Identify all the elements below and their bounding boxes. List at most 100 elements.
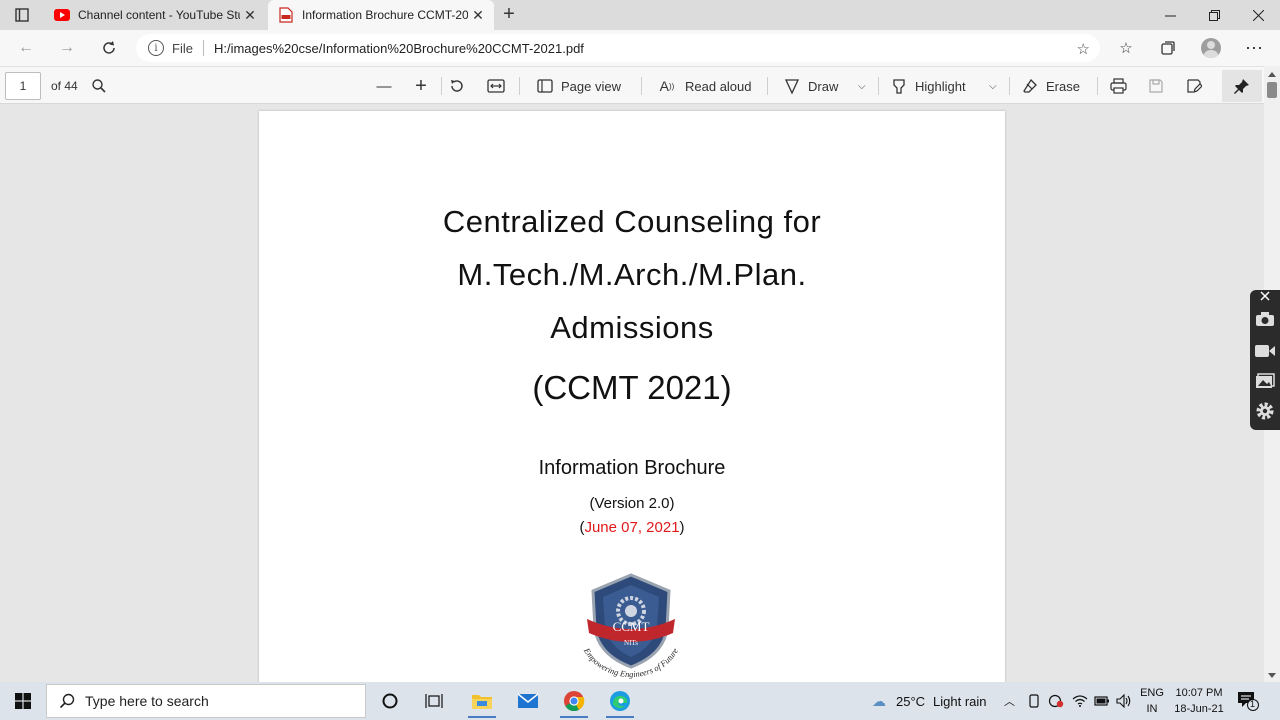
scroll-up-icon[interactable]	[1268, 72, 1276, 77]
wifi-icon[interactable]	[1072, 682, 1088, 720]
add-favorite-icon[interactable]: ☆	[1077, 40, 1090, 58]
refresh-button[interactable]	[95, 35, 123, 61]
profile-button[interactable]	[1197, 36, 1225, 60]
tab-actions-button[interactable]	[8, 5, 36, 25]
phone-link-icon[interactable]	[1028, 682, 1040, 720]
task-view-button[interactable]	[414, 684, 454, 718]
folder-icon	[472, 695, 492, 709]
notification-center-button[interactable]: 1	[1236, 690, 1260, 712]
forward-button[interactable]: →	[53, 35, 81, 61]
pin-icon	[1234, 79, 1249, 94]
file-explorer-button[interactable]	[462, 684, 502, 718]
video-camera-icon[interactable]	[1254, 340, 1276, 362]
exam-code: (CCMT 2021)	[532, 369, 732, 406]
draw-options-button[interactable]: ⌵	[858, 74, 866, 98]
scroll-thumb[interactable]	[1267, 82, 1277, 98]
close-window-button[interactable]	[1236, 0, 1280, 30]
save-as-button[interactable]	[1186, 74, 1202, 98]
save-button[interactable]	[1148, 74, 1164, 98]
weather-widget[interactable]: ☁ 25°C Light rain	[872, 682, 987, 720]
notification-count: 1	[1250, 699, 1256, 709]
scroll-down-icon[interactable]	[1268, 673, 1276, 678]
divider	[641, 77, 642, 95]
volume-icon[interactable]	[1116, 682, 1132, 720]
url-text[interactable]: H:/images%20cse/Information%20Brochure%2…	[214, 41, 584, 56]
save-icon	[1149, 79, 1163, 93]
battery-icon[interactable]	[1094, 682, 1110, 720]
security-icon[interactable]	[1048, 682, 1064, 720]
favorites-button[interactable]: ☆	[1112, 36, 1140, 60]
cortana-button[interactable]	[370, 684, 410, 718]
camera-icon[interactable]	[1254, 308, 1276, 330]
pin-toolbar-button[interactable]	[1222, 70, 1262, 102]
edge-button[interactable]	[600, 684, 640, 718]
more-icon: ⋯	[1245, 37, 1263, 58]
highlight-options-button[interactable]: ⌵	[989, 74, 997, 98]
read-aloud-button[interactable]: A)) Read aloud	[657, 74, 752, 98]
new-tab-button[interactable]: +	[498, 4, 520, 26]
tab-youtube-studio[interactable]: Channel content - YouTube Studio ✕	[44, 0, 266, 30]
restore-button[interactable]	[1192, 0, 1236, 30]
divider	[767, 77, 768, 95]
lang-top: ENG	[1140, 687, 1164, 699]
chrome-button[interactable]	[554, 684, 594, 718]
draw-icon	[784, 79, 800, 94]
search-icon	[59, 693, 75, 709]
print-button[interactable]	[1110, 74, 1127, 98]
task-view-icon	[425, 694, 443, 708]
taskbar: Type here to search ☁ 25°C Light rain ︿ …	[0, 682, 1280, 720]
fit-width-icon	[487, 79, 505, 93]
draw-button[interactable]: Draw	[784, 74, 838, 98]
settings-menu-button[interactable]: ⋯	[1240, 36, 1268, 60]
back-button[interactable]: ←	[12, 35, 40, 61]
cloud-rain-icon: ☁	[872, 692, 886, 709]
tab-title: Channel content - YouTube Studio	[78, 8, 240, 22]
show-hidden-icons-button[interactable]: ︿	[1004, 682, 1015, 720]
logo-text: CCMT	[613, 619, 650, 634]
divider	[519, 77, 520, 95]
zoom-in-button[interactable]: +	[411, 74, 431, 98]
avatar	[1201, 38, 1221, 58]
draw-label: Draw	[808, 78, 839, 94]
erase-button[interactable]: Erase	[1022, 74, 1080, 98]
collections-button[interactable]	[1154, 36, 1182, 60]
address-bar[interactable]: i File H:/images%20cse/Information%20Bro…	[136, 34, 1100, 62]
highlight-label: Highlight	[915, 78, 966, 94]
mail-icon	[517, 693, 539, 708]
mail-button[interactable]	[508, 684, 548, 718]
gallery-icon[interactable]	[1254, 370, 1276, 392]
close-tab-icon[interactable]: ✕	[468, 5, 488, 25]
rotate-button[interactable]	[449, 74, 465, 98]
pdf-viewer: Centralized Counseling for M.Tech./M.Arc…	[0, 104, 1264, 682]
page-view-label: Page view	[561, 78, 621, 94]
find-button[interactable]	[91, 74, 107, 98]
read-aloud-label: Read aloud	[685, 78, 752, 94]
date-paren: )	[679, 519, 685, 536]
taskbar-search[interactable]: Type here to search	[46, 684, 366, 718]
brochure-subtitle: Information Brochure	[538, 457, 726, 479]
address-bar-row: ← → i File H:/images%20cse/Information%2…	[0, 30, 1280, 66]
zoom-out-button[interactable]: —	[374, 74, 394, 98]
page-view-button[interactable]: Page view	[537, 74, 621, 98]
start-button[interactable]	[0, 682, 46, 720]
divider	[1097, 77, 1098, 95]
page-number-input[interactable]: 1	[5, 72, 41, 100]
tab-pdf-brochure[interactable]: Information Brochure CCMT-2021 ✕	[268, 0, 494, 30]
title-line: M.Tech./M.Arch./M.Plan.	[457, 257, 807, 292]
chevron-down-icon: ⌵	[858, 80, 866, 92]
clock-time: 10:07 PM	[1175, 687, 1223, 699]
chrome-icon	[564, 691, 585, 712]
info-icon[interactable]: i	[148, 40, 164, 56]
input-language[interactable]: ENG IN	[1138, 685, 1166, 717]
minimize-button[interactable]	[1148, 0, 1192, 30]
fit-to-width-button[interactable]	[487, 74, 505, 98]
clock[interactable]: 10:07 PM 18-Jun-21	[1166, 685, 1232, 717]
close-panel-icon[interactable]	[1254, 290, 1276, 302]
erase-label: Erase	[1046, 78, 1080, 94]
highlighter-icon	[893, 79, 905, 94]
minus-icon: —	[376, 77, 392, 95]
chevron-down-icon: ⌵	[989, 80, 997, 92]
highlight-button[interactable]: Highlight	[891, 74, 966, 98]
close-tab-icon[interactable]: ✕	[240, 5, 260, 25]
settings-gear-icon[interactable]	[1254, 400, 1276, 422]
